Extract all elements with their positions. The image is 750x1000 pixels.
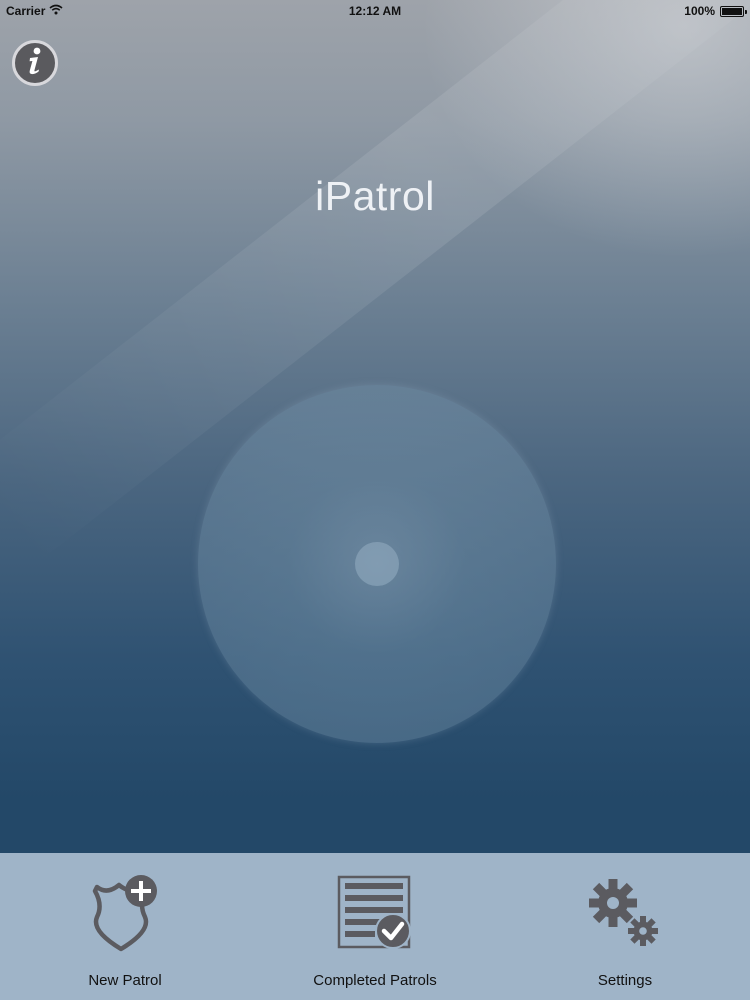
tab-completed-patrols-label: Completed Patrols — [313, 972, 437, 989]
start-patrol-orb[interactable] — [198, 385, 556, 743]
status-time: 12:12 AM — [348, 4, 402, 18]
shield-plus-icon — [85, 873, 165, 953]
tab-settings[interactable]: Settings — [500, 853, 750, 1000]
app-title: iPatrol — [315, 173, 435, 219]
battery-icon — [720, 5, 747, 17]
info-icon — [24, 46, 46, 81]
tab-new-patrol-label: New Patrol — [88, 972, 162, 989]
orb-center — [355, 542, 399, 586]
status-right: 100% — [684, 4, 747, 18]
battery-fill — [722, 7, 742, 15]
tab-bar: New Patrol Completed Patrols Settings — [0, 853, 750, 1000]
document-check-icon — [335, 873, 415, 953]
tab-completed-patrols[interactable]: Completed Patrols — [250, 853, 500, 1000]
tab-new-patrol[interactable]: New Patrol — [0, 853, 250, 1000]
battery-percent: 100% — [684, 4, 715, 18]
gears-icon — [585, 873, 665, 953]
app-screen: Carrier 12:12 AM 100% iPatrol New Patrol… — [0, 0, 750, 1000]
tab-settings-label: Settings — [597, 972, 653, 989]
status-bar: Carrier 12:12 AM 100% — [0, 0, 750, 22]
info-button[interactable] — [12, 40, 58, 86]
background-glow — [420, 0, 750, 260]
